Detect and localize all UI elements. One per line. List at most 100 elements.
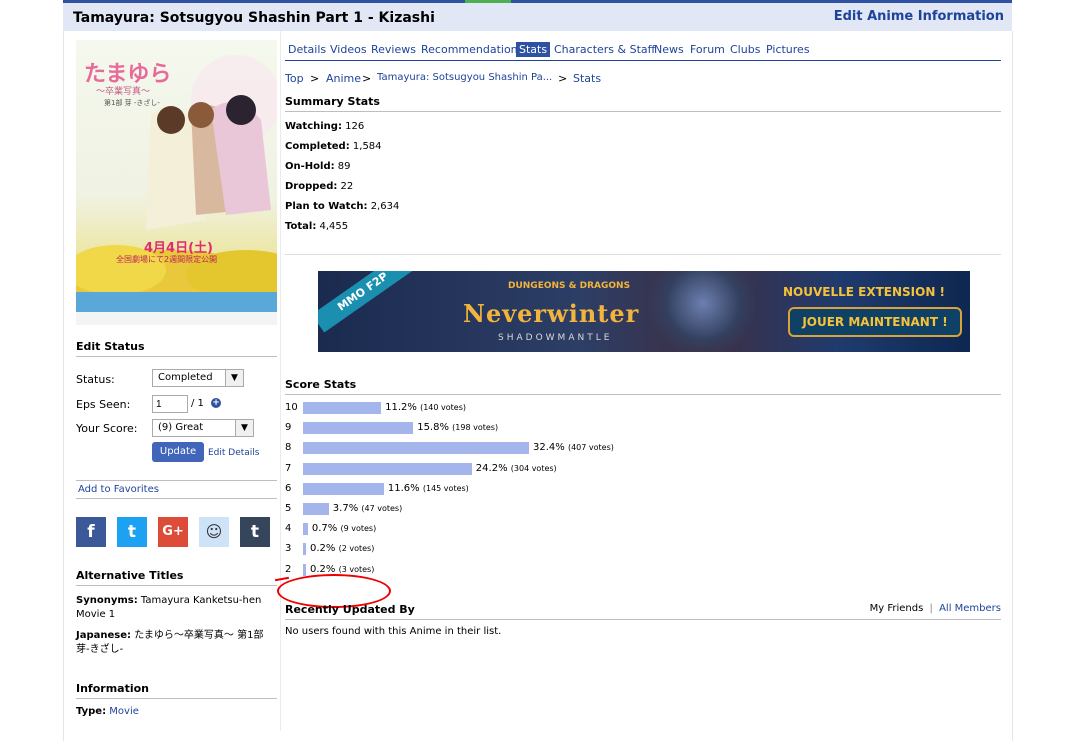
eps-seen-input[interactable] — [152, 395, 188, 413]
ad-character-image — [648, 271, 758, 352]
poster-release: 全国劇場にて2週間限定公開 — [116, 255, 218, 264]
status-select-value: Completed — [158, 372, 213, 383]
eps-total: / 1 — [191, 398, 204, 409]
score-pct-text: 15.8% — [417, 422, 449, 434]
anime-poster[interactable]: たまゆら 〜卒業写真〜 第1部 芽 -きざし- 4月4日(土) 全国劇場にて2週… — [76, 40, 277, 325]
synonyms: Synonyms: Tamayura Kanketsu-hen Movie 1 — [76, 594, 266, 622]
score-votes: (3 votes) — [338, 564, 375, 574]
score-votes: (145 votes) — [422, 483, 469, 493]
facebook-icon[interactable]: f — [76, 517, 106, 547]
tab-news[interactable]: News — [654, 43, 684, 56]
score-bar — [303, 422, 414, 435]
stat-dropped: Dropped: 22 — [285, 181, 353, 192]
score-pct-text: 3.7% — [332, 503, 359, 514]
breadcrumb-separator: > — [558, 72, 568, 85]
stat-value: 126 — [345, 121, 365, 132]
japanese-label: Japanese: — [76, 630, 132, 641]
stat-label: Total: — [285, 221, 317, 232]
ad-play-button[interactable]: JOUER MAINTENANT ! — [788, 307, 962, 337]
score-percentage: 11.6% (145 votes) — [388, 483, 469, 494]
tumblr-icon[interactable]: t — [240, 517, 270, 547]
score-bar — [303, 523, 308, 536]
google-plus-icon[interactable]: G+ — [158, 517, 188, 547]
stat-label: Plan to Watch: — [285, 201, 368, 212]
score-votes: (9 votes) — [340, 524, 377, 534]
status-select[interactable]: Completed ▼ — [152, 369, 244, 387]
score-value: 4 — [285, 523, 292, 535]
score-stats-heading: Score Stats — [285, 378, 1001, 395]
score-percentage: 0.2% (3 votes) — [310, 564, 374, 575]
add-to-favorites-link[interactable]: Add to Favorites — [78, 484, 159, 495]
chevron-down-icon: ▼ — [235, 420, 253, 436]
breadcrumb-top[interactable]: Top — [285, 72, 304, 85]
score-bar — [303, 442, 529, 455]
stat-on-hold: On-Hold: 89 — [285, 161, 351, 172]
ad-brand: DUNGEONS & DRAGONS — [508, 281, 631, 291]
type-label: Type: — [76, 706, 107, 717]
score-bar — [303, 482, 384, 495]
score-bar — [303, 402, 382, 414]
score-select[interactable]: (9) Great ▼ — [152, 419, 254, 437]
score-votes: (47 votes) — [361, 504, 403, 513]
update-button[interactable]: Update — [152, 442, 204, 462]
summary-stats-heading: Summary Stats — [285, 95, 1001, 112]
tab-pictures[interactable]: Pictures — [766, 43, 810, 56]
breadcrumb-separator: > — [362, 72, 372, 85]
twitter-icon[interactable]: t — [117, 517, 147, 547]
ad-subtitle: SHADOWMANTLE — [498, 333, 613, 343]
poster-part: 第1部 芽 -きざし- — [104, 99, 160, 107]
title-bar: Tamayura: Sotsugyou Shashin Part 1 - Kiz… — [63, 3, 1012, 31]
all-members-link[interactable]: All Members — [939, 603, 1001, 614]
score-bar — [303, 543, 306, 556]
score-bar — [303, 503, 329, 515]
recent-filter: My Friends | All Members — [870, 603, 1001, 614]
ad-headline: NOUVELLE EXTENSION ! — [783, 285, 946, 299]
stat-label: Watching: — [285, 121, 342, 132]
score-percentage: 24.2% (304 votes) — [476, 463, 557, 474]
breadcrumb-anime-title[interactable]: Tamayura: Sotsugyou Shashin Pa... — [377, 72, 552, 83]
score-pct-text: 32.4% — [533, 442, 565, 454]
score-value: 2 — [285, 563, 292, 575]
favorites-row: Add to Favorites — [76, 480, 277, 499]
stat-plan-to-watch: Plan to Watch: 2,634 — [285, 201, 399, 212]
tab-clubs[interactable]: Clubs — [730, 43, 760, 56]
my-friends-link[interactable]: My Friends — [870, 603, 924, 614]
score-value: 6 — [285, 482, 292, 494]
score-value: 5 — [285, 503, 292, 514]
tab-stats[interactable]: Stats — [516, 42, 551, 57]
stat-value: 22 — [340, 181, 354, 192]
advertisement-banner[interactable]: MMO F2P DUNGEONS & DRAGONS Neverwinter S… — [318, 271, 970, 352]
tab-details[interactable]: Details — [288, 43, 326, 56]
stat-value: 2,634 — [370, 201, 400, 212]
stat-total: Total: 4,455 — [285, 221, 348, 232]
score-percentage: 11.2% (140 votes) — [385, 402, 466, 413]
score-percentage: 32.4% (407 votes) — [533, 442, 614, 453]
stat-value: 4,455 — [319, 221, 349, 232]
chevron-down-icon: ▼ — [225, 370, 243, 386]
score-value: 8 — [285, 442, 292, 454]
increment-eps-icon[interactable]: + — [211, 398, 221, 408]
breadcrumb-anime[interactable]: Anime — [326, 72, 361, 85]
recently-updated-title: Recently Updated By — [285, 603, 415, 616]
synonyms-label: Synonyms: — [76, 595, 138, 606]
tab-reviews[interactable]: Reviews — [371, 43, 416, 56]
page-title: Tamayura: Sotsugyou Shashin Part 1 - Kiz… — [73, 10, 435, 26]
tab-forum[interactable]: Forum — [690, 43, 725, 56]
tab-recommendations[interactable]: Recommendations — [421, 43, 523, 56]
status-label: Status: — [76, 373, 115, 386]
breadcrumb-stats[interactable]: Stats — [573, 72, 601, 85]
tab-videos[interactable]: Videos — [330, 43, 367, 56]
stat-label: Dropped: — [285, 181, 338, 192]
score-pct-text: 0.2% — [310, 543, 336, 555]
alternative-titles-heading: Alternative Titles — [76, 569, 277, 586]
tab-characters-staff[interactable]: Characters & Staff — [554, 43, 655, 56]
edit-details-link[interactable]: Edit Details — [208, 448, 260, 458]
score-pct-text: 11.6% — [387, 482, 420, 494]
edit-anime-link[interactable]: Edit Anime Information — [834, 9, 1004, 24]
type-value-link[interactable]: Movie — [109, 706, 139, 717]
anime-tabs: Details Videos Reviews Recommendations S… — [285, 42, 1001, 61]
score-pct-text: 0.2% — [310, 563, 336, 575]
reddit-icon[interactable]: ☺ — [199, 517, 229, 547]
stat-value: 1,584 — [352, 141, 382, 152]
score-value: 10 — [285, 402, 298, 413]
